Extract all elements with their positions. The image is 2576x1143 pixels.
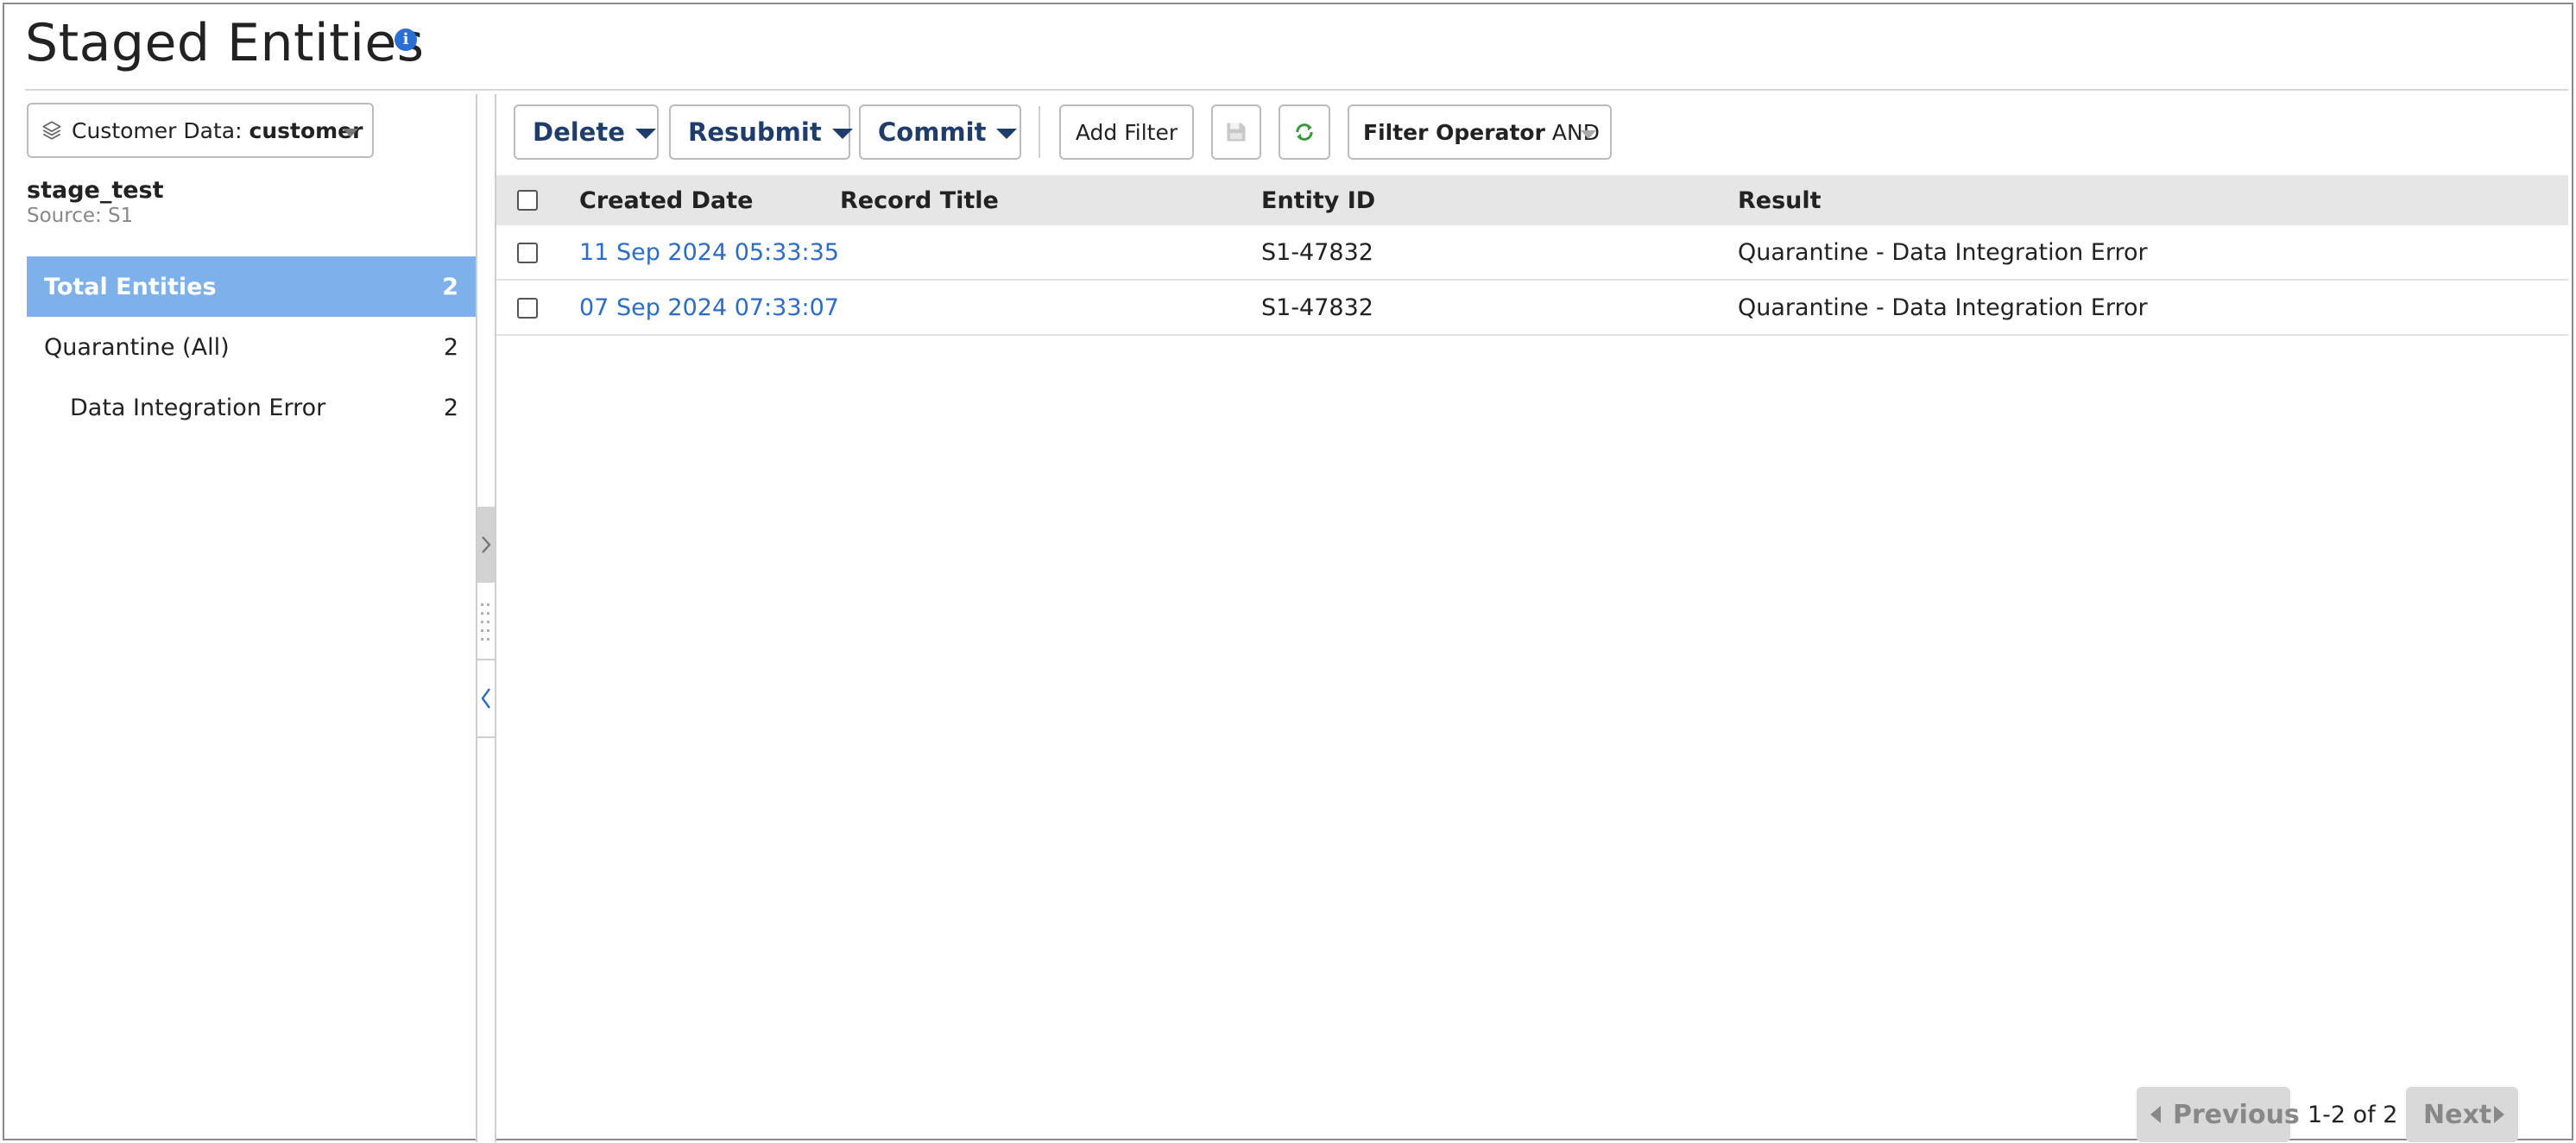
caret-right-icon [2494, 1106, 2504, 1123]
drag-handle-icon[interactable] [479, 602, 495, 648]
next-page-label: Next [2423, 1099, 2492, 1130]
chevron-down-icon [343, 129, 358, 137]
resubmit-button-label: Resubmit [688, 117, 822, 147]
dataset-select[interactable]: Customer Data: customer [27, 103, 374, 158]
sidebar-nav: Total Entities 2 Quarantine (All) 2 Data… [27, 256, 476, 438]
sidebar-item-count: 2 [443, 394, 458, 421]
refresh-icon [1296, 123, 1313, 141]
entity-id-cell: S1-47832 [1261, 294, 1373, 321]
result-cell: Quarantine - Data Integration Error [1738, 294, 2148, 321]
caret-down-icon [831, 129, 853, 139]
caret-down-icon [996, 129, 1018, 139]
entities-table: Created Date Record Title Entity ID Resu… [496, 175, 2568, 336]
info-icon[interactable]: i [395, 28, 417, 51]
sidebar-item-total-entities[interactable]: Total Entities 2 [27, 256, 476, 317]
table-row: 07 Sep 2024 07:33:07 S1-47832 Quarantine… [496, 281, 2568, 336]
previous-page-label: Previous [2173, 1099, 2300, 1130]
chevron-right-icon [482, 536, 491, 553]
collapse-panel-button[interactable] [477, 659, 495, 738]
delete-button-label: Delete [533, 117, 625, 147]
commit-button[interactable]: Commit [859, 104, 1021, 160]
entity-id-cell: S1-47832 [1261, 238, 1373, 266]
pagination-range: 1-2 of 2 [2308, 1101, 2398, 1128]
table-header: Created Date Record Title Entity ID Resu… [496, 175, 2568, 225]
caret-down-icon [635, 129, 656, 139]
sidebar-item-label: Total Entities [44, 273, 217, 300]
created-date-link[interactable]: 11 Sep 2024 05:33:35 [579, 225, 839, 279]
sidebar-item-label: Data Integration Error [70, 394, 326, 421]
caret-left-icon [2150, 1106, 2161, 1123]
layers-icon [42, 121, 61, 140]
column-header-record-title[interactable]: Record Title [840, 175, 999, 225]
add-filter-button[interactable]: Add Filter [1059, 104, 1194, 160]
expand-panel-button[interactable] [477, 507, 495, 583]
header-divider [25, 89, 2568, 91]
save-filter-button[interactable] [1211, 104, 1261, 160]
select-all-checkbox[interactable] [517, 190, 538, 211]
toolbar-divider [1039, 106, 1040, 158]
left-panel: Customer Data: customer stage_test Sourc… [25, 94, 476, 1142]
delete-button[interactable]: Delete [514, 104, 659, 160]
sidebar-item-data-integration-error[interactable]: Data Integration Error 2 [27, 377, 476, 438]
sidebar-item-label: Quarantine (All) [44, 333, 230, 361]
created-date-link[interactable]: 07 Sep 2024 07:33:07 [579, 281, 839, 334]
page-title: Staged Entities [25, 13, 425, 73]
stage-source: Source: S1 [27, 205, 134, 227]
next-page-button[interactable]: Next [2406, 1087, 2518, 1142]
result-cell: Quarantine - Data Integration Error [1738, 238, 2148, 266]
filter-operator-select[interactable]: Filter Operator AND [1348, 104, 1612, 160]
save-icon [1227, 123, 1246, 142]
refresh-button[interactable] [1279, 104, 1330, 160]
previous-page-button[interactable]: Previous [2137, 1087, 2300, 1142]
table-row: 11 Sep 2024 05:33:35 S1-47832 Quarantine… [496, 225, 2568, 281]
chevron-down-icon [1581, 130, 1596, 139]
sidebar-item-count: 2 [443, 333, 458, 361]
row-checkbox[interactable] [517, 298, 538, 319]
filter-operator-label: Filter Operator [1363, 119, 1545, 145]
stage-name: stage_test [27, 177, 164, 204]
row-checkbox[interactable] [517, 243, 538, 263]
app-frame: Staged Entities i Customer Data: custome… [3, 3, 2573, 1142]
column-header-entity-id[interactable]: Entity ID [1261, 175, 1375, 225]
commit-button-label: Commit [878, 117, 987, 147]
dataset-select-prefix: Customer Data: [72, 117, 243, 143]
column-header-created-date[interactable]: Created Date [579, 175, 753, 225]
resubmit-button[interactable]: Resubmit [669, 104, 853, 160]
sidebar-item-quarantine-all[interactable]: Quarantine (All) 2 [27, 317, 476, 377]
chevron-left-icon [481, 688, 490, 709]
panel-splitter[interactable] [476, 94, 496, 1142]
sidebar-item-count: 2 [442, 273, 458, 300]
column-header-result[interactable]: Result [1738, 175, 1822, 225]
